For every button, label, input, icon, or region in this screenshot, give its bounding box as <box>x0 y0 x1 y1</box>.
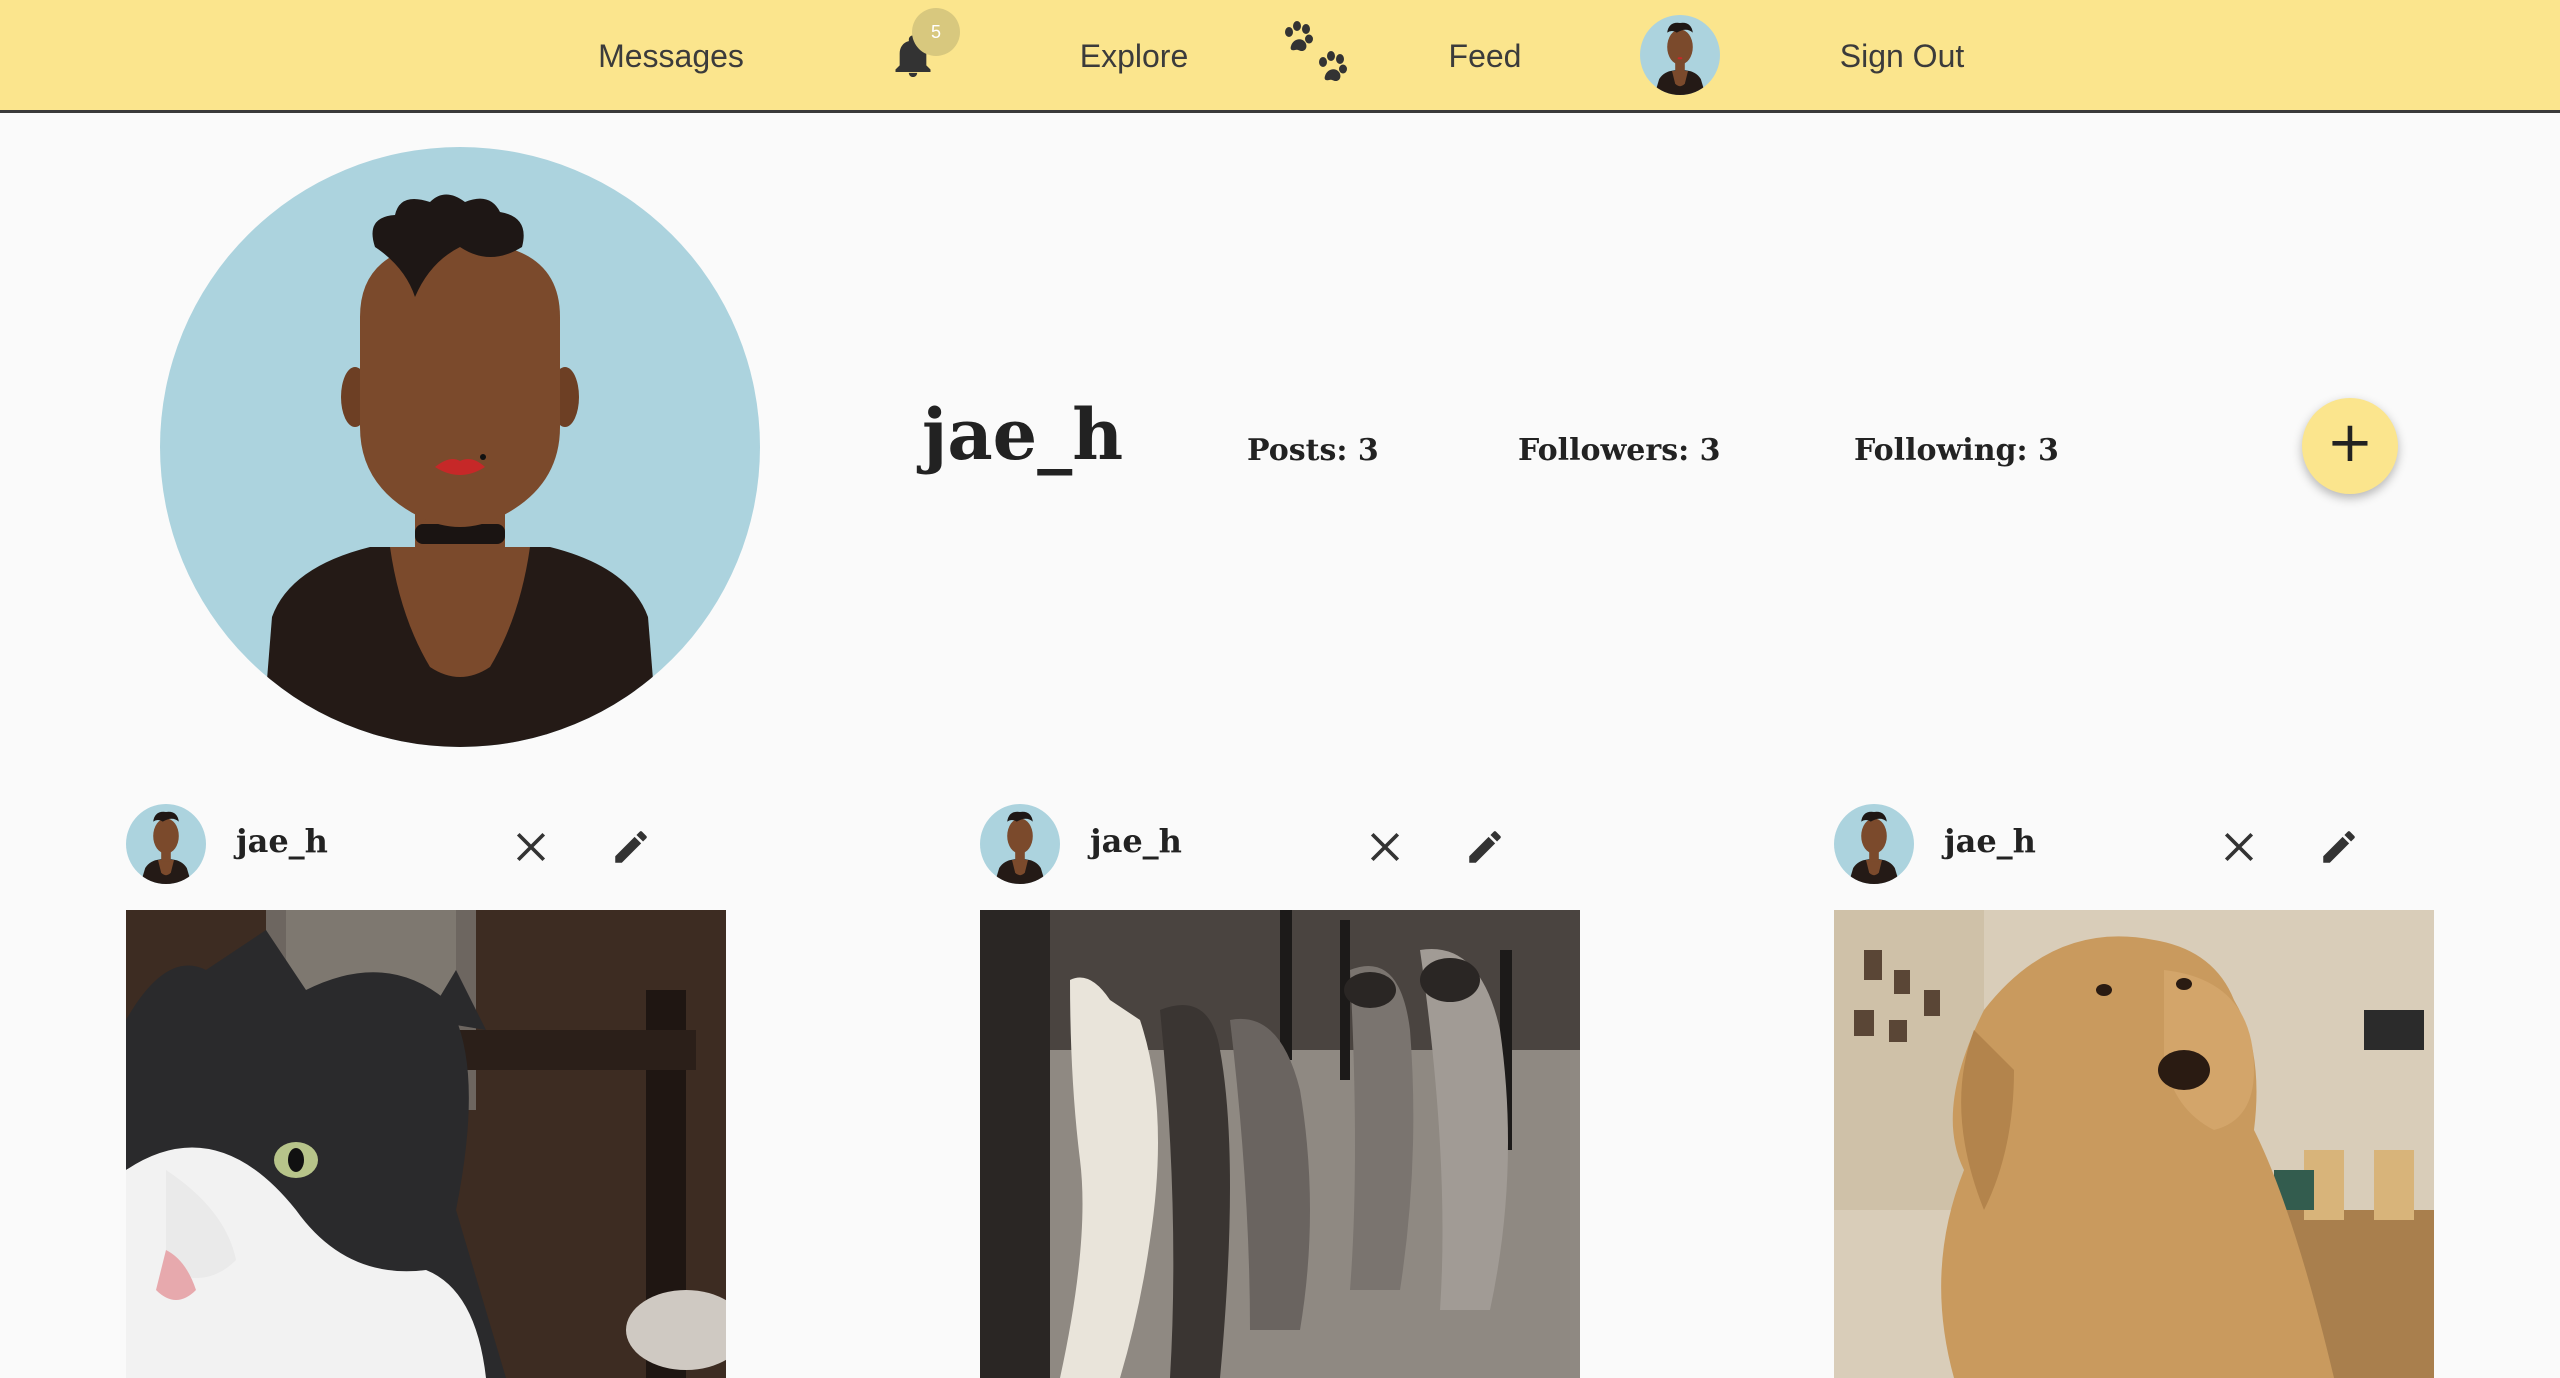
plus-icon: + <box>2326 410 2374 475</box>
post-username[interactable]: jae_h <box>1944 822 2036 860</box>
following-count[interactable]: Following: 3 <box>1854 433 2059 468</box>
close-icon[interactable] <box>514 830 548 864</box>
profile-username: jae_h <box>922 393 1124 476</box>
pencil-icon[interactable] <box>1464 826 1506 868</box>
raccoons-photo[interactable] <box>980 910 1580 1378</box>
post-username[interactable]: jae_h <box>1090 822 1182 860</box>
nav-feed[interactable]: Feed <box>1449 0 1522 113</box>
paw-icon[interactable] <box>1281 20 1353 88</box>
add-post-button[interactable]: + <box>2302 398 2398 494</box>
close-icon[interactable] <box>1368 830 1402 864</box>
posts-count: Posts: 3 <box>1247 433 1379 468</box>
cat-photo[interactable] <box>126 910 726 1378</box>
avatar[interactable] <box>1640 15 1720 95</box>
top-nav: Messages 5 Explore Feed Sign Out <box>0 0 2560 113</box>
followers-count[interactable]: Followers: 3 <box>1518 433 1720 468</box>
golden-retriever-photo[interactable] <box>1834 910 2434 1378</box>
post-username[interactable]: jae_h <box>236 822 328 860</box>
pencil-icon[interactable] <box>610 826 652 868</box>
nav-explore[interactable]: Explore <box>1080 0 1189 113</box>
notification-badge: 5 <box>912 8 960 56</box>
nav-messages[interactable]: Messages <box>598 0 744 113</box>
pencil-icon[interactable] <box>2318 826 2360 868</box>
avatar <box>126 804 206 884</box>
profile-avatar <box>160 147 760 747</box>
avatar <box>1834 804 1914 884</box>
avatar <box>980 804 1060 884</box>
nav-sign-out[interactable]: Sign Out <box>1840 0 1965 113</box>
close-icon[interactable] <box>2222 830 2256 864</box>
